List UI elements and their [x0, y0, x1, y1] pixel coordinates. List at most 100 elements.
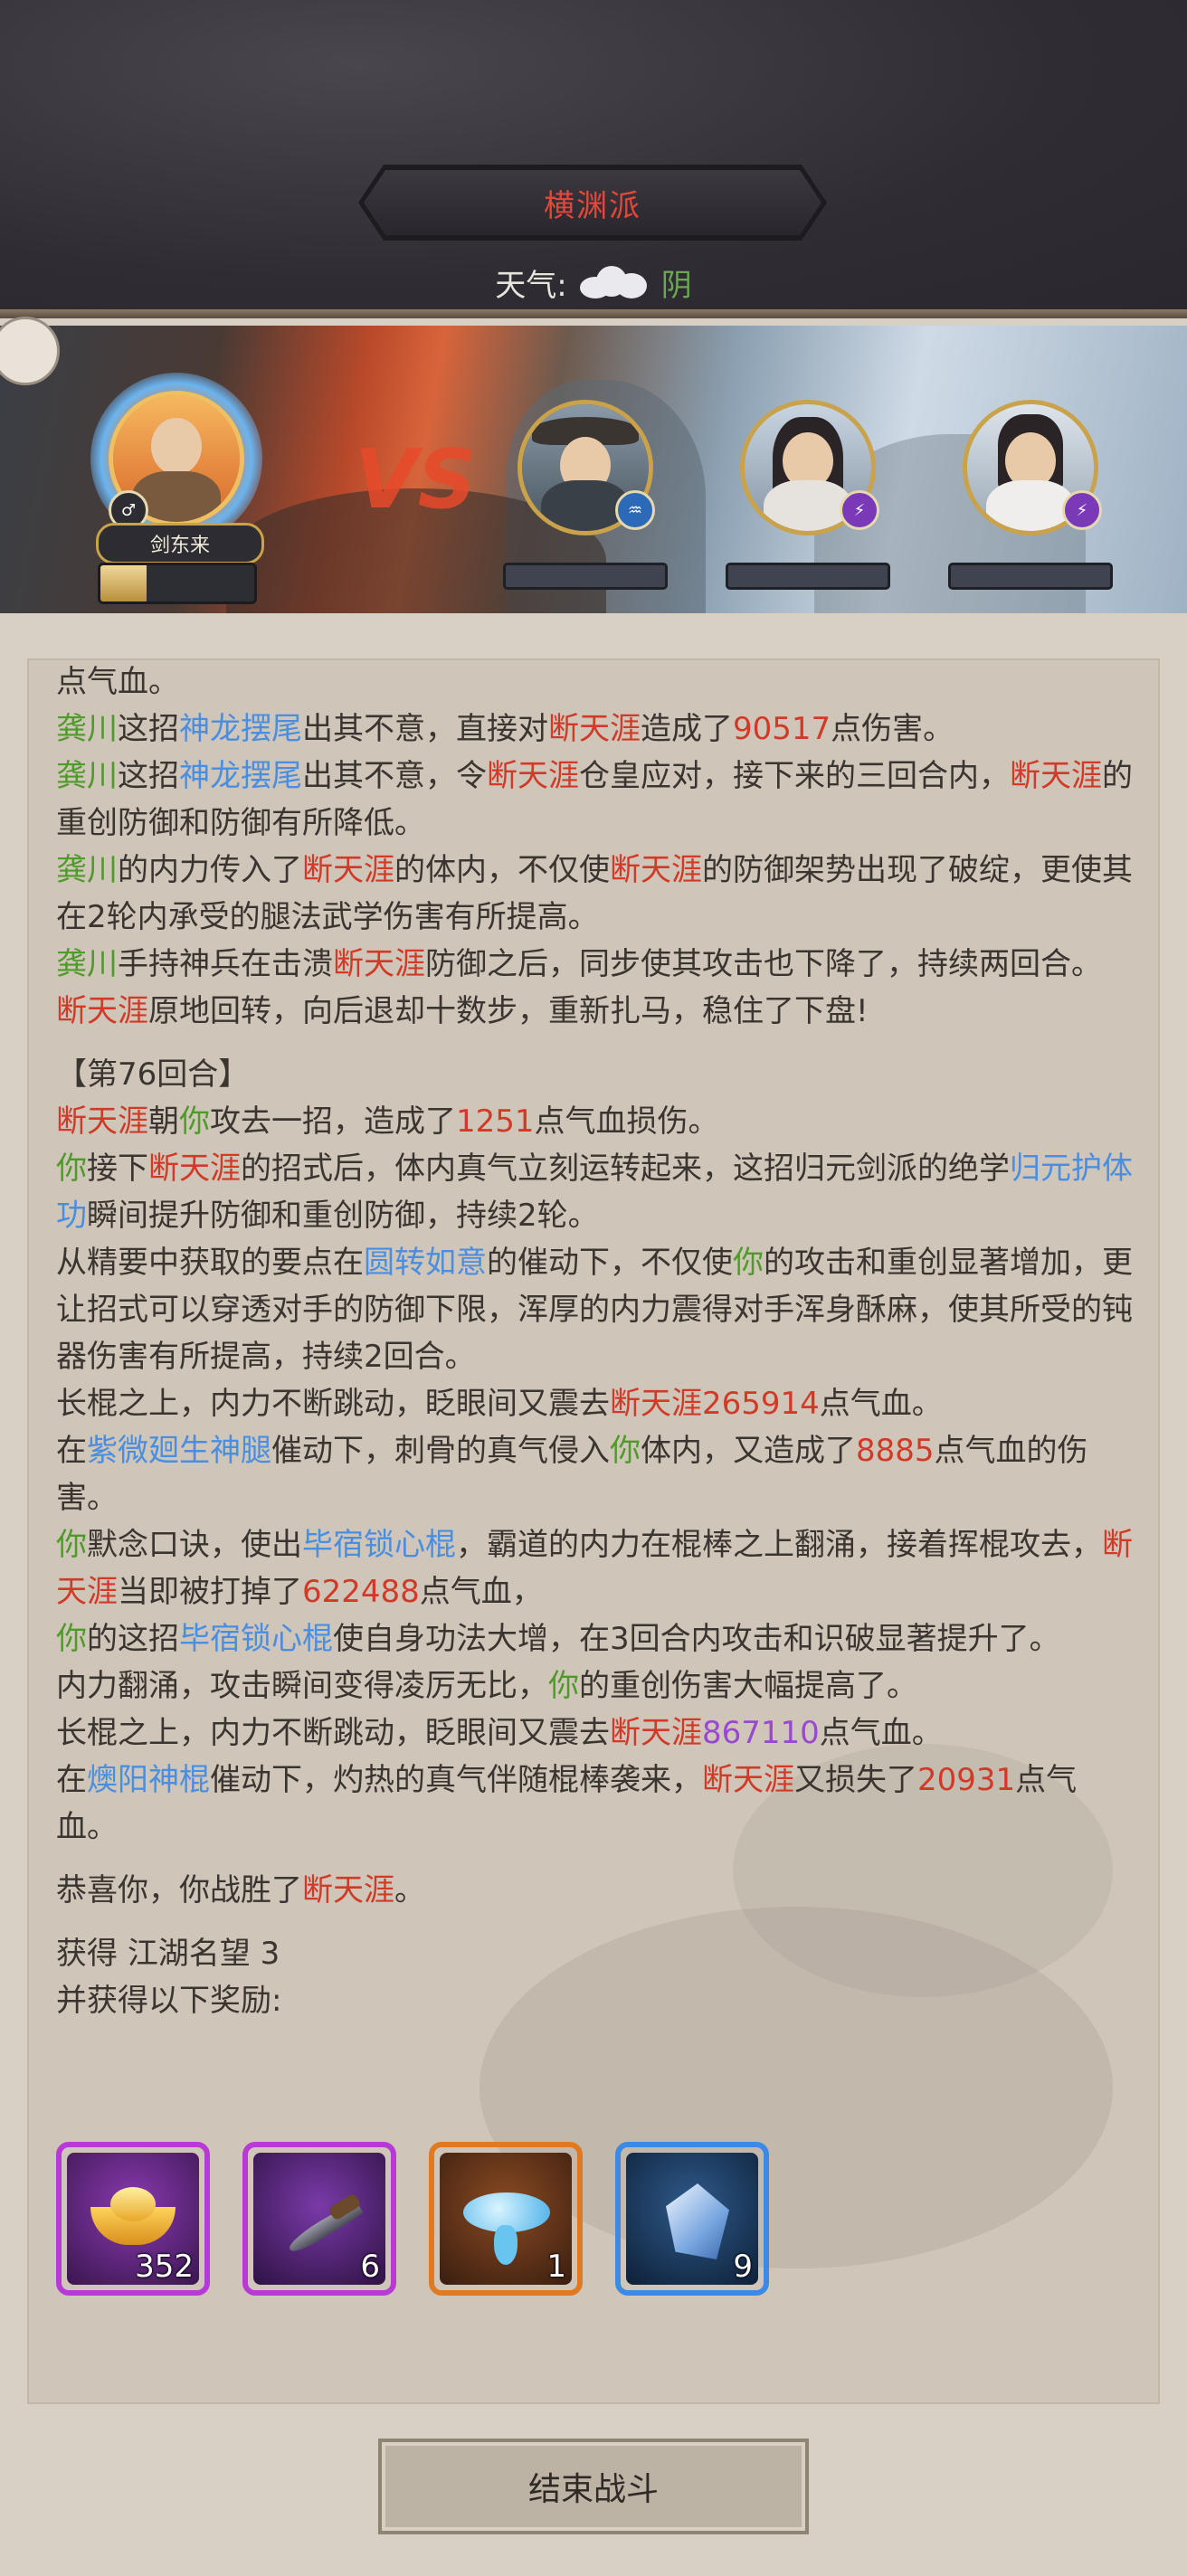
- log-text: 仓皇应对，接下来的三回合内，: [579, 758, 1010, 794]
- log-text: 攻去一招，造成了: [210, 1103, 456, 1140]
- log-text: 你: [179, 1103, 210, 1140]
- log-text: 断天涯: [702, 1762, 794, 1798]
- log-line: 龚川这招神龙摆尾出其不意，令断天涯仓皇应对，接下来的三回合内，断天涯的重创防御和…: [56, 753, 1138, 847]
- thunder-element-icon: ⚡: [1062, 490, 1102, 530]
- enemy-hp-bar-3: [948, 563, 1113, 590]
- log-text: 断天涯: [487, 758, 579, 794]
- battle-log-panel[interactable]: 点气血。 龚川这招神龙摆尾出其不意，直接对断天涯造成了90517点伤害。 龚川这…: [27, 658, 1160, 2404]
- log-text: 龚川: [56, 711, 118, 747]
- log-text: 出其不意，令: [302, 758, 487, 794]
- log-text: 内力翻涌，攻击瞬间变得凌厉无比，: [56, 1668, 548, 1704]
- thunder-element-icon: ⚡: [840, 490, 879, 530]
- weather-row: 天气: 阴: [0, 255, 1187, 309]
- log-text: 龚川: [56, 852, 118, 888]
- log-text: 防御之后，同步使其攻击也下降了，持续两回合。: [425, 946, 1102, 982]
- log-text: 点气血。: [819, 1386, 943, 1422]
- log-line: 在燠阳神棍催动下，灼热的真气伴随棍棒袭来，断天涯又损失了20931点气血。: [56, 1757, 1138, 1851]
- log-line: 点气血。: [56, 658, 1138, 706]
- player-name: 剑东来: [96, 523, 264, 564]
- log-line: 长棍之上，内力不断跳动，眨眼间又震去断天涯867110点气血。: [56, 1709, 1138, 1757]
- log-line: 在紫微廻生神腿催动下，刺骨的真气侵入你体内，又造成了8885点气血的伤害。: [56, 1427, 1138, 1521]
- log-text: 断天涯: [610, 1715, 702, 1751]
- log-text: 龚川: [56, 758, 118, 794]
- log-text: 265914: [702, 1386, 820, 1422]
- log-line: 从精要中获取的要点在圆转如意的催动下，不仅使你的攻击和重创显著增加，更让招式可以…: [56, 1239, 1138, 1380]
- log-text: 圆转如意: [364, 1245, 487, 1281]
- log-text: 神龙摆尾: [179, 711, 302, 747]
- water-element-icon: ♒: [615, 490, 655, 530]
- reward-count: 9: [733, 2249, 753, 2285]
- log-text: 断天涯: [148, 1151, 241, 1187]
- log-line: 龚川手持神兵在击溃断天涯防御之后，同步使其攻击也下降了，持续两回合。: [56, 941, 1138, 988]
- log-text: 从精要中获取的要点在: [56, 1245, 364, 1281]
- log-line: 你接下断天涯的招式后，体内真气立刻运转起来，这招归元剑派的绝学归元护体功瞬间提升…: [56, 1145, 1138, 1239]
- log-line: 你的这招毕宿锁心棍使自身功法大增，在3回合内攻击和识破显著提升了。: [56, 1615, 1138, 1662]
- battle-log: 点气血。 龚川这招神龙摆尾出其不意，直接对断天涯造成了90517点伤害。 龚川这…: [56, 658, 1138, 2024]
- log-text: 你: [733, 1245, 764, 1281]
- log-line: 断天涯原地回转，向后退却十数步，重新扎马，稳住了下盘!: [56, 988, 1138, 1035]
- reward-item[interactable]: 1: [429, 2142, 583, 2296]
- rewards-row: 352 6 1 9: [56, 2142, 769, 2296]
- crystal-shard-icon: [653, 2174, 740, 2268]
- log-text: 点气血，: [419, 1574, 543, 1610]
- reward-count: 352: [135, 2249, 194, 2285]
- sect-name: 横渊派: [364, 170, 821, 235]
- log-text: 点伤害。: [831, 711, 954, 747]
- log-text: 你: [56, 1527, 87, 1563]
- log-text: 恭喜你，你战胜了: [56, 1872, 302, 1908]
- log-text: 江湖名望 3: [127, 1936, 280, 1972]
- log-text: 的内力传入了: [118, 852, 302, 888]
- log-text: 原地回转，向后退却十数步，重新扎马，稳住了下盘!: [148, 993, 869, 1029]
- log-text: 龚川: [56, 946, 118, 982]
- log-text: 长棍之上，内力不断跳动，眨眼间又震去: [56, 1386, 610, 1422]
- end-battle-button[interactable]: 结束战斗: [378, 2439, 809, 2534]
- log-text: 1251: [456, 1103, 535, 1140]
- log-text: 断天涯: [56, 1103, 148, 1140]
- log-line: 龚川这招神龙摆尾出其不意，直接对断天涯造成了90517点伤害。: [56, 706, 1138, 753]
- log-text: 867110: [702, 1715, 820, 1751]
- log-text: 体内，又造成了: [641, 1433, 856, 1469]
- log-text: 8885: [856, 1433, 935, 1469]
- log-text: 这招: [118, 758, 179, 794]
- victory-line: 恭喜你，你战胜了断天涯。: [56, 1867, 1138, 1914]
- log-text: 断天涯: [302, 852, 394, 888]
- reward-item[interactable]: 352: [56, 2142, 210, 2296]
- log-line: 你默念口诀，使出毕宿锁心棍，霸道的内力在棍棒之上翻涌，接着挥棍攻去，断天涯当即被…: [56, 1521, 1138, 1615]
- log-text: 断天涯: [1010, 758, 1102, 794]
- log-text: 默念口诀，使出: [87, 1527, 302, 1563]
- log-text: 的招式后，体内真气立刻运转起来，这招归元剑派的绝学: [241, 1151, 1010, 1187]
- log-text: 造成了: [641, 711, 733, 747]
- log-text: 催动下，刺骨的真气侵入: [271, 1433, 610, 1469]
- reward-item[interactable]: 6: [242, 2142, 396, 2296]
- rewards-label: 并获得以下奖励:: [56, 1983, 282, 2019]
- reward-count: 6: [360, 2249, 380, 2285]
- log-text: 点气血。: [56, 664, 179, 700]
- log-text: 断天涯: [302, 1872, 394, 1908]
- log-text: 燠阳神棍: [87, 1762, 210, 1798]
- gold-ingot-icon: [90, 2187, 176, 2245]
- gain-line: 获得 江湖名望 3: [56, 1930, 1138, 1977]
- log-text: 长棍之上，内力不断跳动，眨眼间又震去: [56, 1715, 610, 1751]
- log-text: 的重创伤害大幅提高了。: [579, 1668, 917, 1704]
- log-text: 瞬间提升防御和重创防御，持续2轮。: [87, 1198, 599, 1234]
- battle-strip: VS ♂ 剑东来 ♒ ⚡ ⚡: [0, 326, 1187, 613]
- log-text: 使自身功法大增，在3回合内攻击和识破显著提升了。: [333, 1621, 1060, 1657]
- log-text: 催动下，灼热的真气伴随棍棒袭来，: [210, 1762, 702, 1798]
- log-text: 622488: [302, 1574, 420, 1610]
- log-line: 断天涯朝你攻去一招，造成了1251点气血损伤。: [56, 1098, 1138, 1145]
- log-text: 20931: [917, 1762, 1016, 1798]
- round-header: 【第76回合】: [56, 1056, 250, 1093]
- log-text: 的体内，不仅使: [394, 852, 610, 888]
- swirl-cloud-icon: [458, 2180, 557, 2267]
- log-text: 这招: [118, 711, 179, 747]
- log-text: 当即被打掉了: [118, 1574, 302, 1610]
- log-text: 你: [610, 1433, 641, 1469]
- log-text: 90517: [733, 711, 831, 747]
- weather-value: 阴: [660, 267, 692, 304]
- vs-label: VS: [355, 432, 477, 527]
- log-text: 断天涯: [333, 946, 425, 982]
- cloud-icon: [579, 264, 649, 300]
- header: 横渊派 天气: 阴: [0, 0, 1187, 318]
- log-text: 你: [548, 1668, 579, 1704]
- reward-item[interactable]: 9: [615, 2142, 769, 2296]
